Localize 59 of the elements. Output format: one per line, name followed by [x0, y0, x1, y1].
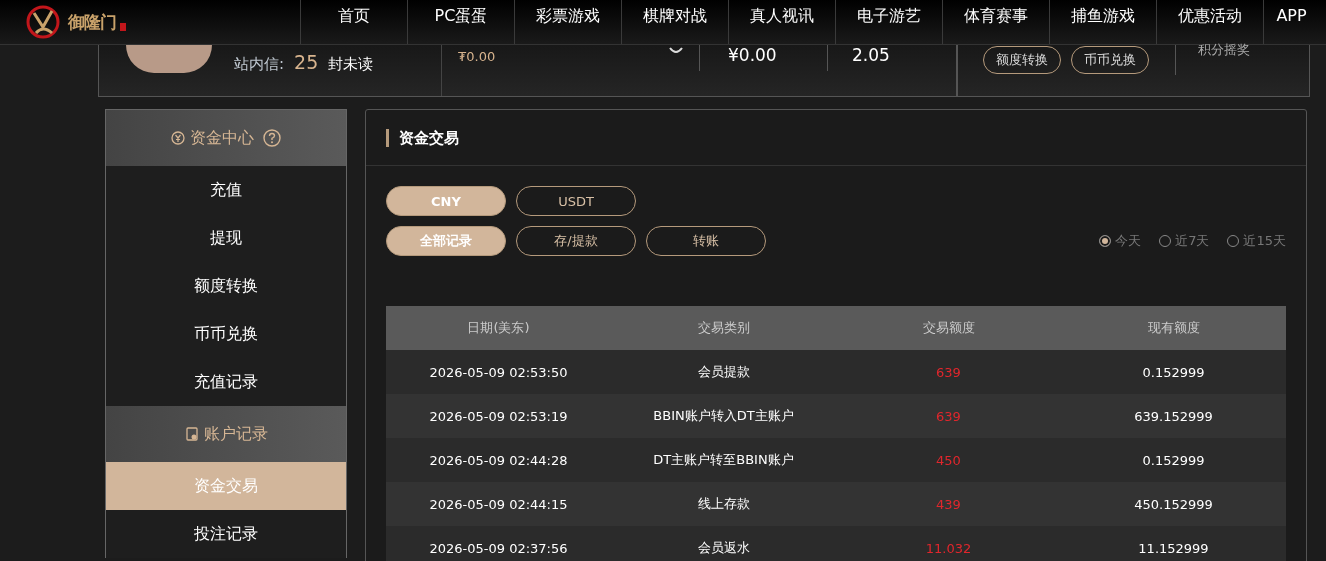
table-cell: 线上存款 [611, 482, 836, 526]
table-cell: BBIN账户转入DT主账户 [611, 394, 836, 438]
nav-link[interactable]: 捕鱼游戏 [1049, 0, 1156, 44]
table-cell: 450 [836, 438, 1061, 482]
radio-label[interactable]: 近7天 [1175, 232, 1210, 250]
menu-item[interactable]: 提现 [106, 214, 346, 262]
panel-title: 资金交易 [386, 128, 459, 147]
table-cell: 2026-05-09 02:44:15 [386, 482, 611, 526]
table-cell: 639.152999 [1061, 394, 1286, 438]
table-cell: 2026-05-09 02:44:28 [386, 438, 611, 482]
nav-link[interactable]: 彩票游戏 [514, 0, 621, 44]
table-cell: 11.152999 [1061, 526, 1286, 561]
coin-icon [171, 130, 185, 146]
menu-item[interactable]: 投注记录 [106, 510, 346, 558]
nav-link[interactable]: 电子游艺 [835, 0, 942, 44]
help-icon[interactable] [263, 129, 281, 147]
column-header: 日期(美东) [386, 306, 611, 350]
column-header: 交易额度 [836, 306, 1061, 350]
nav-link[interactable]: 体育赛事 [942, 0, 1049, 44]
column-header: 现有额度 [1061, 306, 1286, 350]
table-cell: 439 [836, 482, 1061, 526]
table-cell: 会员返水 [611, 526, 836, 561]
menu-item[interactable]: 币币兑换 [106, 310, 346, 358]
unread-count: 25 [294, 51, 319, 73]
section-title: 资金中心 [190, 127, 254, 149]
table-cell: 0.152999 [1061, 350, 1286, 394]
points-lottery-link[interactable]: 积分摇奖 [1198, 41, 1250, 59]
nav-link[interactable]: 优惠活动 [1156, 0, 1263, 44]
table-cell: 0.152999 [1061, 438, 1286, 482]
nav-link[interactable]: 首页 [300, 0, 407, 44]
ledger-icon [184, 426, 199, 442]
nav-link[interactable]: PC蛋蛋 [407, 0, 514, 44]
logo-seal-icon [120, 23, 126, 31]
table-cell: 11.032 [836, 526, 1061, 561]
table-cell: 2026-05-09 02:53:50 [386, 350, 611, 394]
menu-item[interactable]: 充值 [106, 166, 346, 214]
table-cell: DT主账户转至BBIN账户 [611, 438, 836, 482]
balance-value: 2.05 [852, 45, 890, 65]
radio-label[interactable]: 近15天 [1243, 232, 1286, 250]
unread-label: 封未读 [328, 55, 374, 74]
logo-text: 御隆门 [68, 10, 116, 34]
usdt-balance: ₮0.00 [458, 49, 496, 66]
menu-item[interactable]: 额度转换 [106, 262, 346, 310]
messages-label: 站内信: [234, 55, 285, 74]
cny-balance: ¥0.00 [728, 45, 777, 65]
nav-link[interactable]: 真人视讯 [728, 0, 835, 44]
nav-link[interactable]: 棋牌对战 [621, 0, 728, 44]
section-title: 账户记录 [203, 423, 268, 445]
table-cell: 639 [836, 394, 1061, 438]
table-cell: 450.152999 [1061, 482, 1286, 526]
table-cell: 639 [836, 350, 1061, 394]
table-cell: 2026-05-09 02:37:56 [386, 526, 611, 561]
table-cell: 2026-05-09 02:53:19 [386, 394, 611, 438]
radio-label[interactable]: 今天 [1115, 232, 1142, 250]
radio-button[interactable] [1099, 235, 1112, 247]
table-cell: 会员提款 [611, 350, 836, 394]
menu-item[interactable]: 充值记录 [106, 358, 346, 406]
nav-link[interactable]: APP [1263, 0, 1319, 44]
column-header: 交易类别 [611, 306, 836, 350]
